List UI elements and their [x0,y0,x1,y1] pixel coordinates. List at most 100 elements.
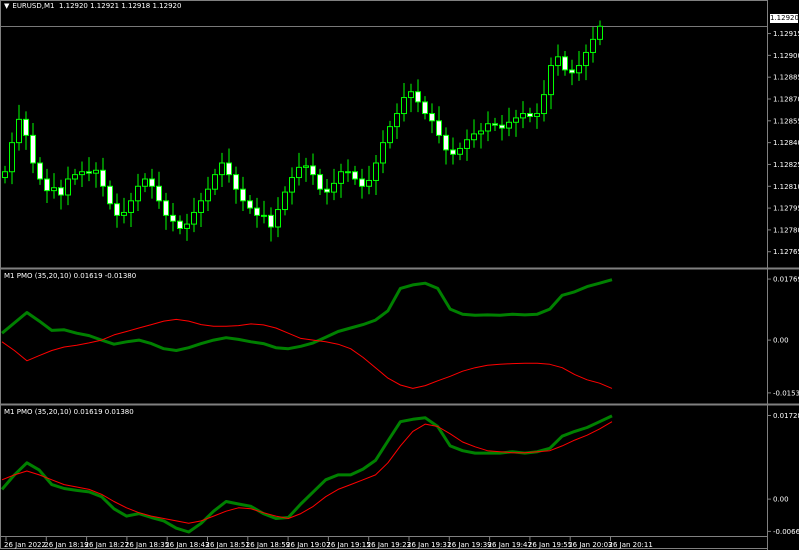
candle [100,169,106,187]
candle [282,191,288,211]
time-tick-label: 26 Jan 18:43 [165,541,209,549]
candle [93,169,99,174]
candle [331,182,337,193]
time-tick-label: 26 Jan 20:11 [609,541,653,549]
pmo-line [0,414,613,534]
time-tick-label: 26 Jan 2022 [4,541,46,549]
chart-canvas[interactable]: 1.12915 1.12900 1.12885 1.12870 1.12855 1.128… [0,0,799,550]
candle [492,123,498,126]
candle [485,123,491,132]
candle [534,113,540,117]
candle [37,162,43,180]
candle [499,124,505,129]
time-tick-label: 26 Jan 19:47 [488,541,532,549]
candle [394,113,400,128]
candle [415,91,421,103]
candle [247,200,253,209]
candle [65,178,71,196]
candle [422,101,428,115]
candle [569,69,575,74]
candle [450,149,456,155]
candle [345,171,351,174]
time-tick-label: 26 Jan 19:15 [326,541,370,549]
candle [142,178,148,187]
candle [86,171,92,174]
candle [219,162,225,176]
candle [212,174,218,190]
price-tick-label: 1.12855 [773,117,799,125]
pmo-chart-2[interactable] [0,414,613,534]
signal-line [1,421,613,524]
candle [184,223,190,229]
time-tick-label: 26 Jan 18:51 [206,541,250,549]
candle [289,177,295,193]
candle [401,97,407,115]
axes: 1.12915 1.12900 1.12885 1.12870 1.12855 1.128… [0,0,799,550]
pmo-line [1,278,613,352]
price-tick-label: 1.12780 [773,226,799,234]
price-chart[interactable] [0,20,767,242]
candle [352,171,358,180]
candle [464,139,470,149]
candle [121,211,127,216]
candle [303,165,309,168]
candle [79,171,85,176]
candle [527,113,533,117]
candle [436,120,442,136]
candle [338,171,344,184]
time-tick-label: 26 Jan 19:39 [447,541,491,549]
indicator-tick-label: 0.00 [773,496,789,504]
time-tick-label: 26 Jan 18:59 [246,541,290,549]
pmo-chart-1[interactable] [1,278,613,389]
signal-line [1,318,613,389]
indicator-tick-label: -0.0153 [773,389,799,397]
candle [387,126,393,144]
candle [135,185,141,202]
candle [156,185,162,202]
candle [457,147,463,155]
price-tick-label: 1.12825 [773,161,799,169]
candle [114,203,120,216]
candle [366,179,372,187]
candle [198,200,204,213]
price-tick-label: 1.12795 [773,205,799,213]
price-tick-label: 1.12810 [773,183,799,191]
candle [23,118,29,136]
candle [163,200,169,216]
candle [478,130,484,135]
candle [58,187,64,196]
time-tick-label: 26 Jan 19:23 [367,541,411,549]
candle [107,185,113,205]
candle [471,133,477,141]
candle [30,134,36,164]
indicator-tick-label: 0.01769 [773,276,799,284]
candle [44,178,50,192]
candle [520,113,526,119]
candle [233,174,239,190]
candle [51,187,57,192]
price-tick-label: 1.12840 [773,139,799,147]
time-tick-label: 26 Jan 19:07 [286,541,330,549]
candle [72,174,78,180]
time-tick-label: 26 Jan 18:19 [44,541,88,549]
candle [191,211,197,225]
candle [562,56,568,71]
indicator-tick-label: 0.01728 [773,412,799,420]
candle [149,178,155,187]
candle [261,214,267,217]
candle [380,142,386,164]
candle [443,134,449,151]
candle [177,220,183,229]
candle [240,188,246,202]
candle [359,178,365,187]
time-tick-label: 26 Jan 19:31 [407,541,451,549]
candle [324,188,330,193]
time-tick-label: 26 Jan 18:35 [125,541,169,549]
candle [9,142,15,173]
candle [268,214,274,228]
candle [408,91,414,99]
indicator-tick-label: -0.00666 [773,528,799,536]
time-tick-label: 26 Jan 20:03 [568,541,612,549]
candle [16,118,22,144]
price-tick-label: 1.12885 [773,74,799,82]
